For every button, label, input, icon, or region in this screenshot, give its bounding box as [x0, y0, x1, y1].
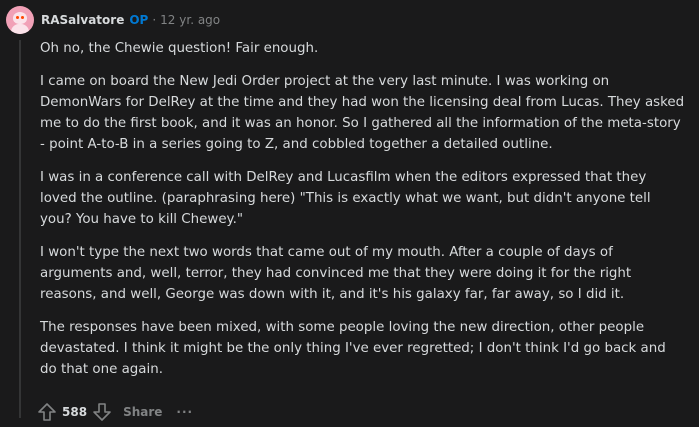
- avatar-body-shape: [11, 24, 29, 34]
- comment-paragraph: I came on board the New Jedi Order proje…: [40, 74, 685, 152]
- comment-paragraph: The responses have been mixed, with some…: [40, 320, 666, 377]
- arrow-up-icon: [38, 403, 56, 421]
- comment: RASalvatore OP · 12 yr. ago Oh no, the C…: [0, 0, 699, 427]
- comment-paragraph: Oh no, the Chewie question! Fair enough.: [40, 41, 319, 56]
- comment-paragraph: I won't type the next two words that cam…: [40, 245, 632, 302]
- comment-body: Oh no, the Chewie question! Fair enough.…: [40, 38, 686, 392]
- comment-actions: 588 Share ···: [36, 400, 193, 424]
- arrow-down-icon: [93, 403, 111, 421]
- comment-meta: RASalvatore OP · 12 yr. ago: [41, 13, 220, 27]
- avatar-eye-left: [16, 16, 19, 19]
- thread-line[interactable]: [19, 40, 21, 418]
- avatar-eye-right: [21, 16, 24, 19]
- meta-separator: ·: [152, 13, 157, 27]
- comment-header: RASalvatore OP · 12 yr. ago: [6, 6, 220, 34]
- downvote-button[interactable]: [91, 401, 113, 423]
- upvote-button[interactable]: [36, 401, 58, 423]
- comment-age[interactable]: 12 yr. ago: [160, 13, 220, 27]
- author-name[interactable]: RASalvatore: [41, 13, 124, 27]
- comment-paragraph: I was in a conference call with DelRey a…: [40, 170, 651, 227]
- op-badge: OP: [129, 13, 149, 27]
- more-options-button[interactable]: ···: [176, 405, 193, 419]
- vote-score: 588: [62, 405, 88, 419]
- share-button[interactable]: Share: [123, 405, 162, 419]
- avatar[interactable]: [6, 6, 34, 34]
